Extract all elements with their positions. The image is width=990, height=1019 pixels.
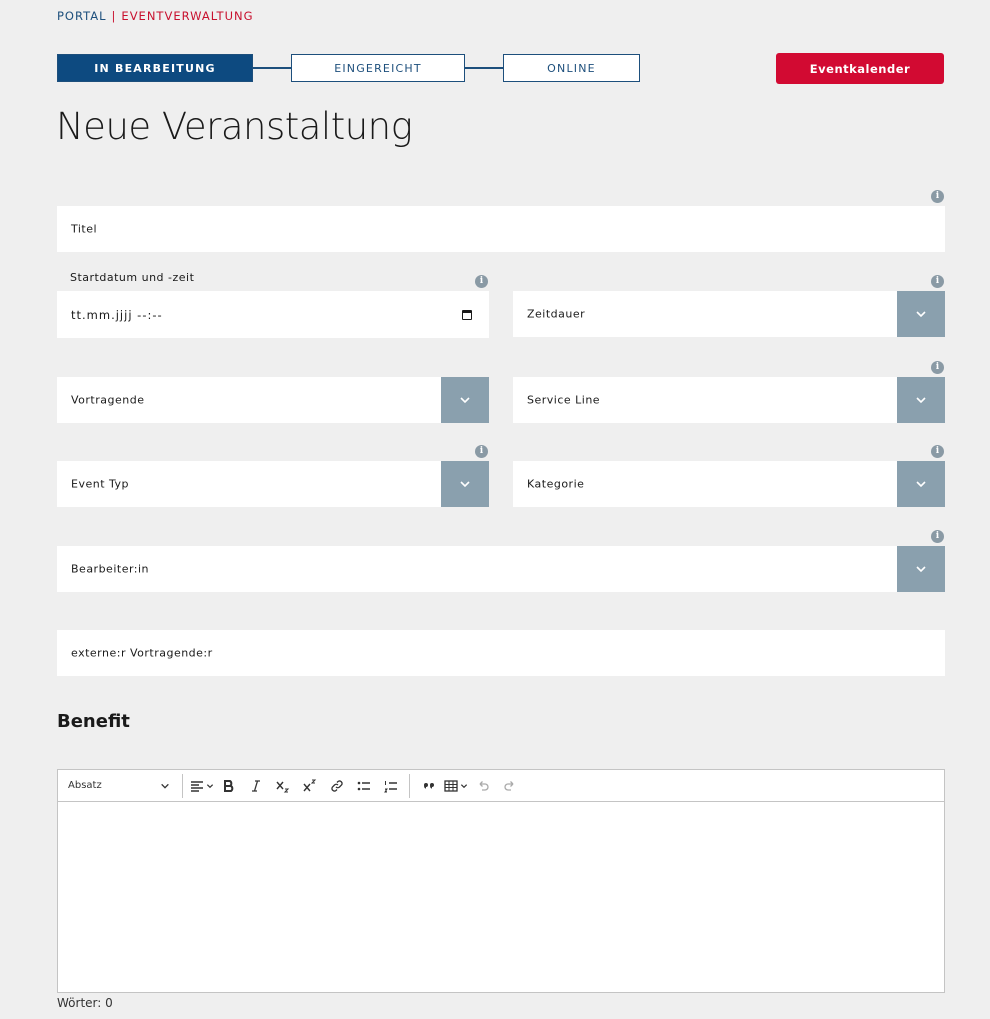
info-icon[interactable]: i (931, 445, 944, 458)
kategorie-dropdown-button[interactable] (897, 461, 945, 507)
bold-button[interactable] (216, 774, 242, 798)
kategorie-label: Kategorie (527, 477, 585, 491)
stepper-connector (253, 67, 291, 69)
italic-icon (252, 779, 260, 792)
eventkalender-button[interactable]: Eventkalender (776, 53, 944, 84)
subscript-icon (276, 781, 290, 792)
chevron-down-icon (916, 566, 926, 573)
breadcrumb-separator: | (111, 9, 117, 23)
service-line-dropdown-button[interactable] (897, 377, 945, 423)
stepper-connector (464, 67, 504, 69)
zeitdauer-select[interactable]: Zeitdauer (513, 291, 945, 337)
word-count: Wörter: 0 (57, 996, 113, 1010)
breadcrumb: PORTAL | EVENTVERWALTUNG (57, 9, 254, 23)
numbered-list-button[interactable] (378, 774, 404, 798)
info-icon[interactable]: i (931, 361, 944, 374)
vortragende-label: Vortragende (71, 393, 145, 407)
chevron-down-icon (460, 481, 470, 488)
step-online: ONLINE (503, 54, 640, 82)
link-icon (331, 779, 343, 792)
align-left-icon (191, 780, 203, 792)
kategorie-select[interactable]: Kategorie (513, 461, 945, 507)
chevron-down-icon (460, 783, 468, 788)
info-icon[interactable]: i (475, 445, 488, 458)
paragraph-style-select[interactable]: Absatz (68, 780, 178, 791)
chevron-down-icon (460, 397, 470, 404)
zeitdauer-dropdown-button[interactable] (897, 291, 945, 337)
event-typ-label: Event Typ (71, 477, 130, 491)
breadcrumb-current: EVENTVERWALTUNG (121, 9, 254, 23)
undo-button[interactable] (470, 774, 496, 798)
subscript-button[interactable] (270, 774, 296, 798)
service-line-label: Service Line (527, 393, 601, 407)
italic-button[interactable] (243, 774, 269, 798)
info-icon[interactable]: i (475, 275, 488, 288)
toolbar-divider (182, 773, 183, 798)
vortragende-select[interactable]: Vortragende (57, 377, 489, 423)
table-icon (444, 779, 458, 792)
bold-icon (224, 779, 234, 792)
blockquote-button[interactable] (416, 774, 442, 798)
info-icon[interactable]: i (931, 530, 944, 543)
bearbeiter-select[interactable]: Bearbeiter:in (57, 546, 945, 592)
externe-vortragende-label: externe:r Vortragende:r (71, 646, 213, 660)
startdatum-input[interactable]: tt.mm.jjjj --:-- (57, 291, 489, 338)
align-button[interactable] (189, 774, 215, 798)
titel-label: Titel (71, 222, 98, 236)
chevron-down-icon (161, 783, 169, 789)
calendar-icon[interactable] (462, 309, 472, 320)
redo-button[interactable] (497, 774, 523, 798)
editor-toolbar: Absatz (58, 770, 944, 802)
titel-input[interactable]: Titel (57, 206, 945, 252)
toolbar-divider (409, 773, 410, 798)
info-icon[interactable]: i (931, 275, 944, 288)
info-icon[interactable]: i (931, 190, 944, 203)
quote-icon (424, 782, 434, 788)
bulleted-list-button[interactable] (351, 774, 377, 798)
chevron-down-icon (916, 481, 926, 488)
chevron-down-icon (206, 783, 214, 788)
paragraph-style-value: Absatz (68, 780, 102, 791)
service-line-select[interactable]: Service Line (513, 377, 945, 423)
numbered-list-icon (384, 780, 397, 792)
page-title: Neue Veranstaltung (56, 105, 413, 148)
externe-vortragende-input[interactable]: externe:r Vortragende:r (57, 630, 945, 676)
step-eingereicht: EINGEREICHT (291, 54, 465, 82)
undo-icon (479, 780, 489, 791)
insert-table-button[interactable] (443, 774, 469, 798)
superscript-icon (303, 779, 317, 791)
editor-content-area[interactable] (58, 802, 944, 992)
status-stepper: IN BEARBEITUNG EINGEREICHT ONLINE (57, 54, 640, 83)
bulleted-list-icon (357, 781, 370, 790)
startdatum-value: tt.mm.jjjj --:-- (71, 307, 163, 322)
redo-icon (504, 780, 514, 791)
link-button[interactable] (324, 774, 350, 798)
chevron-down-icon (916, 311, 926, 318)
benefit-rich-text-editor: Absatz (57, 769, 945, 993)
chevron-down-icon (916, 397, 926, 404)
benefit-section-title: Benefit (57, 711, 130, 732)
zeitdauer-label: Zeitdauer (527, 307, 586, 321)
bearbeiter-label: Bearbeiter:in (71, 562, 150, 576)
step-in-bearbeitung: IN BEARBEITUNG (57, 54, 253, 82)
event-typ-dropdown-button[interactable] (441, 461, 489, 507)
superscript-button[interactable] (297, 774, 323, 798)
event-typ-select[interactable]: Event Typ (57, 461, 489, 507)
startdatum-label: Startdatum und -zeit (70, 271, 195, 284)
bearbeiter-dropdown-button[interactable] (897, 546, 945, 592)
breadcrumb-portal-link[interactable]: PORTAL (57, 9, 107, 23)
vortragende-dropdown-button[interactable] (441, 377, 489, 423)
